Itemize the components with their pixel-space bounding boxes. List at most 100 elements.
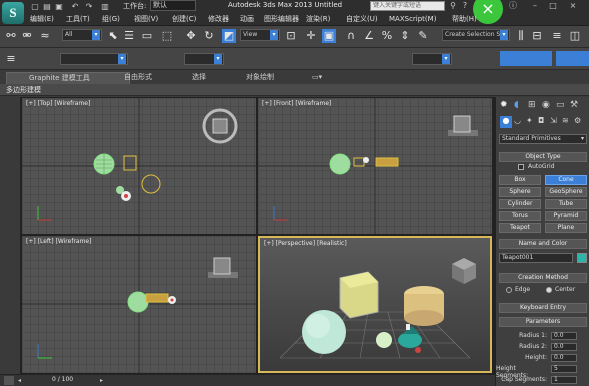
redo-icon[interactable]: ↷ (84, 2, 94, 11)
menu-animation[interactable]: 动画 (240, 13, 254, 25)
save-file-icon[interactable]: ▣ (54, 2, 64, 11)
polygon-modeling-label[interactable]: 多边形建模 (6, 85, 41, 95)
layer-manager-icon[interactable]: ≡ (550, 29, 564, 43)
radius1-field[interactable]: 0.0 (551, 332, 577, 340)
timeline-prev-icon[interactable]: ◂ (18, 377, 21, 384)
select-link-icon[interactable]: ⚯ (4, 29, 18, 43)
geometry-icon[interactable]: ● (500, 116, 512, 128)
scale-icon[interactable]: ◩ (222, 29, 236, 43)
center-radio[interactable] (546, 287, 552, 293)
reference-coordinate-select[interactable]: View ▾ (240, 29, 280, 41)
menu-graph-editors[interactable]: 图形编辑器 (264, 13, 299, 25)
align-icon[interactable]: ⊟ (530, 29, 544, 43)
expand-toolbar-icon[interactable]: ≡ (4, 52, 18, 66)
workspace-select[interactable]: 默认 (150, 0, 196, 11)
edit-named-selection-icon[interactable]: ✎ (416, 29, 430, 43)
snaps-toggle-icon[interactable]: ∩ (344, 29, 358, 43)
viewcube-perspective-icon[interactable] (446, 254, 480, 288)
motion-tab-icon[interactable]: ◉ (542, 100, 552, 110)
hierarchy-tab-icon[interactable]: ⊞ (528, 100, 538, 110)
systems-icon[interactable]: ⚙ (574, 116, 581, 125)
cylinder-button[interactable]: Cylinder (499, 199, 541, 209)
teapot-button[interactable]: Teapot (499, 223, 541, 233)
primitive-category-select[interactable]: Standard Primitives ▾ (499, 134, 587, 144)
menu-views[interactable]: 视图(V) (134, 13, 158, 25)
undo-icon[interactable]: ↶ (70, 2, 80, 11)
open-file-icon[interactable]: ▤ (42, 2, 52, 11)
viewcube-front-icon[interactable] (444, 108, 484, 148)
menu-edit[interactable]: 编辑(E) (30, 13, 54, 25)
viewcube-top-icon[interactable] (200, 106, 244, 150)
menu-group[interactable]: 组(G) (102, 13, 120, 25)
viewcube-left-icon[interactable] (204, 250, 244, 290)
menu-tools[interactable]: 工具(T) (66, 13, 90, 25)
parameters-rollout[interactable]: Parameters (499, 317, 587, 327)
project-folder-icon[interactable]: ▥ (100, 2, 110, 11)
menu-help[interactable]: 帮助(H) (452, 13, 477, 25)
keyboard-shortcut-override-icon[interactable]: ▣ (322, 29, 336, 43)
menu-rendering[interactable]: 渲染(R) (306, 13, 330, 25)
curve-editor-icon[interactable]: ◫ (568, 29, 582, 43)
tab-selection[interactable]: 选择 (192, 72, 206, 83)
select-by-name-icon[interactable]: ☰ (122, 29, 136, 43)
cameras-icon[interactable]: ◘ (538, 116, 544, 125)
plane-button[interactable]: Plane (545, 223, 587, 233)
menu-customize[interactable]: 自定义(U) (346, 13, 378, 25)
create-tab-icon[interactable]: ✹ (500, 100, 510, 110)
tube-button[interactable]: Tube (545, 199, 587, 209)
angle-snap-icon[interactable]: ∠ (362, 29, 376, 43)
maxscript-listener-icon[interactable] (4, 376, 14, 385)
autogrid-checkbox[interactable] (518, 164, 524, 170)
object-color-swatch[interactable] (577, 253, 587, 263)
search-input[interactable]: 键入关键字或短语 (370, 1, 445, 11)
move-icon[interactable]: ✥ (184, 29, 198, 43)
menu-modifiers[interactable]: 修改器 (208, 13, 229, 25)
selection-filter-select[interactable]: All ▾ (62, 29, 102, 41)
name-and-color-rollout[interactable]: Name and Color (499, 239, 587, 249)
utilities-tab-icon[interactable]: ⚒ (570, 100, 580, 110)
height-field[interactable]: 0.0 (551, 354, 577, 362)
timeline-next-icon[interactable]: ▸ (100, 377, 103, 384)
search-icon[interactable]: ⚲ (448, 1, 458, 11)
toolbar-dropdown-left[interactable]: ▾ (60, 53, 128, 65)
cone-button[interactable]: Cone (545, 175, 587, 185)
viewport-perspective[interactable]: [+] [Perspective] [Realistic] (258, 236, 492, 373)
toolbar-dropdown-right[interactable]: ▾ (412, 53, 452, 65)
app-logo-icon[interactable]: S (2, 2, 24, 24)
shapes-icon[interactable]: ◡ (514, 116, 521, 125)
sphere-button[interactable]: Sphere (499, 187, 541, 197)
rotate-icon[interactable]: ↻ (202, 29, 216, 43)
lights-icon[interactable]: ✦ (526, 116, 533, 125)
menu-maxscript[interactable]: MAXScript(M) (389, 13, 436, 25)
viewport-front[interactable]: [+] [Front] [Wireframe] (258, 98, 492, 234)
mirror-icon[interactable]: ⫼ (514, 29, 528, 43)
modify-tab-icon[interactable]: ◖ (514, 100, 524, 110)
viewport-top[interactable]: [+] [Top] [Wireframe] (22, 98, 256, 234)
keyboard-entry-rollout[interactable]: Keyboard Entry (499, 303, 587, 313)
tab-object-paint[interactable]: 对象绘制 (246, 72, 274, 83)
menu-create[interactable]: 创建(C) (172, 13, 196, 25)
toolbar-dropdown-mid[interactable]: ▾ (184, 53, 224, 65)
ribbon-options-icon[interactable]: ▭▾ (312, 72, 322, 83)
tab-freeform[interactable]: 自由形式 (124, 72, 152, 83)
bind-space-warp-icon[interactable]: ≈ (38, 29, 52, 43)
cap-segments-field[interactable]: 1 (551, 376, 577, 384)
minimize-icon[interactable]: – (530, 1, 540, 11)
creation-method-rollout[interactable]: Creation Method (499, 273, 587, 283)
viewport-left[interactable]: [+] [Left] [Wireframe] (22, 236, 256, 373)
box-button[interactable]: Box (499, 175, 541, 185)
named-selection-set-select[interactable]: Create Selection Se ▾ (442, 29, 510, 41)
rectangular-selection-icon[interactable]: ▭ (140, 29, 154, 43)
window-crossing-icon[interactable]: ⬚ (160, 29, 174, 43)
help-icon[interactable]: ? (460, 1, 470, 11)
render-frame-button[interactable] (556, 51, 589, 66)
info-icon[interactable]: ⓘ (508, 1, 518, 11)
space-warps-icon[interactable]: ≋ (562, 116, 569, 125)
percent-snap-icon[interactable]: % (380, 29, 394, 43)
window-close-icon[interactable]: × (568, 1, 578, 11)
torus-button[interactable]: Torus (499, 211, 541, 221)
pivot-center-icon[interactable]: ⊡ (284, 29, 298, 43)
helpers-icon[interactable]: ⇲ (550, 116, 557, 125)
height-segments-field[interactable]: 5 (551, 365, 577, 373)
new-file-icon[interactable]: ▢ (30, 2, 40, 11)
